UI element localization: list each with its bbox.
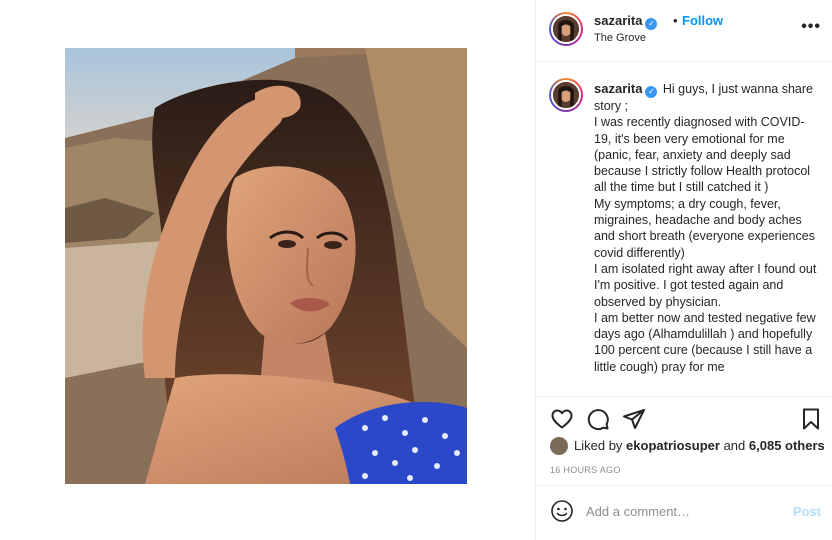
likes-prefix: Liked by <box>574 438 627 453</box>
more-options-icon[interactable]: ••• <box>801 18 821 36</box>
separator-dot: • <box>673 13 678 28</box>
post-header: sazarita ✓ • Follow The Grove ••• <box>536 0 832 62</box>
post-photo[interactable] <box>65 48 467 484</box>
verified-badge-icon: ✓ <box>645 18 658 30</box>
likes-summary: Liked by ekopatriosuper and 6,085 others <box>550 437 825 457</box>
caption-text: sazarita ✓ Hi guys, I just wanna share st… <box>594 81 818 375</box>
liker-username[interactable]: ekopatriosuper <box>626 438 720 453</box>
caption-paragraph: I was recently diagnosed with COVID-19, … <box>594 115 811 195</box>
media-pane <box>0 0 535 540</box>
author-avatar[interactable] <box>549 12 583 46</box>
caption-area[interactable]: sazarita ✓ Hi guys, I just wanna share st… <box>536 63 832 395</box>
caption-paragraph: My symptoms; a dry cough, fever, migrain… <box>594 196 815 260</box>
caption-username[interactable]: sazarita ✓ <box>594 81 658 98</box>
comment-input[interactable] <box>586 500 776 522</box>
caption-paragraph: I am isolated right away after I found o… <box>594 261 817 309</box>
comment-bar: Post <box>536 485 832 540</box>
post-comment-button[interactable]: Post <box>793 504 821 519</box>
action-bar <box>536 396 832 436</box>
paper-plane-icon[interactable] <box>622 407 646 431</box>
comment-icon[interactable] <box>586 407 610 431</box>
liker-avatar[interactable] <box>550 437 568 455</box>
avatar-image <box>553 16 579 42</box>
follow-button[interactable]: Follow <box>682 13 723 28</box>
author-username[interactable]: sazarita ✓ <box>594 13 658 30</box>
bookmark-icon[interactable] <box>799 407 823 431</box>
post-details-pane: sazarita ✓ • Follow The Grove ••• sazarit… <box>535 0 832 540</box>
caption-author-avatar[interactable] <box>549 78 583 112</box>
emoji-icon[interactable] <box>550 499 574 523</box>
photo-illustration <box>65 48 467 484</box>
verified-badge-icon: ✓ <box>645 86 658 98</box>
post-timestamp[interactable]: 16 HOURS AGO <box>550 465 621 475</box>
heart-icon[interactable] <box>550 407 574 431</box>
likes-count[interactable]: 6,085 others <box>749 438 825 453</box>
likes-middle: and <box>719 438 749 453</box>
caption-paragraph: I am better now and tested negative few … <box>594 310 816 374</box>
avatar-image <box>553 82 579 108</box>
location-link[interactable]: The Grove <box>594 32 646 44</box>
